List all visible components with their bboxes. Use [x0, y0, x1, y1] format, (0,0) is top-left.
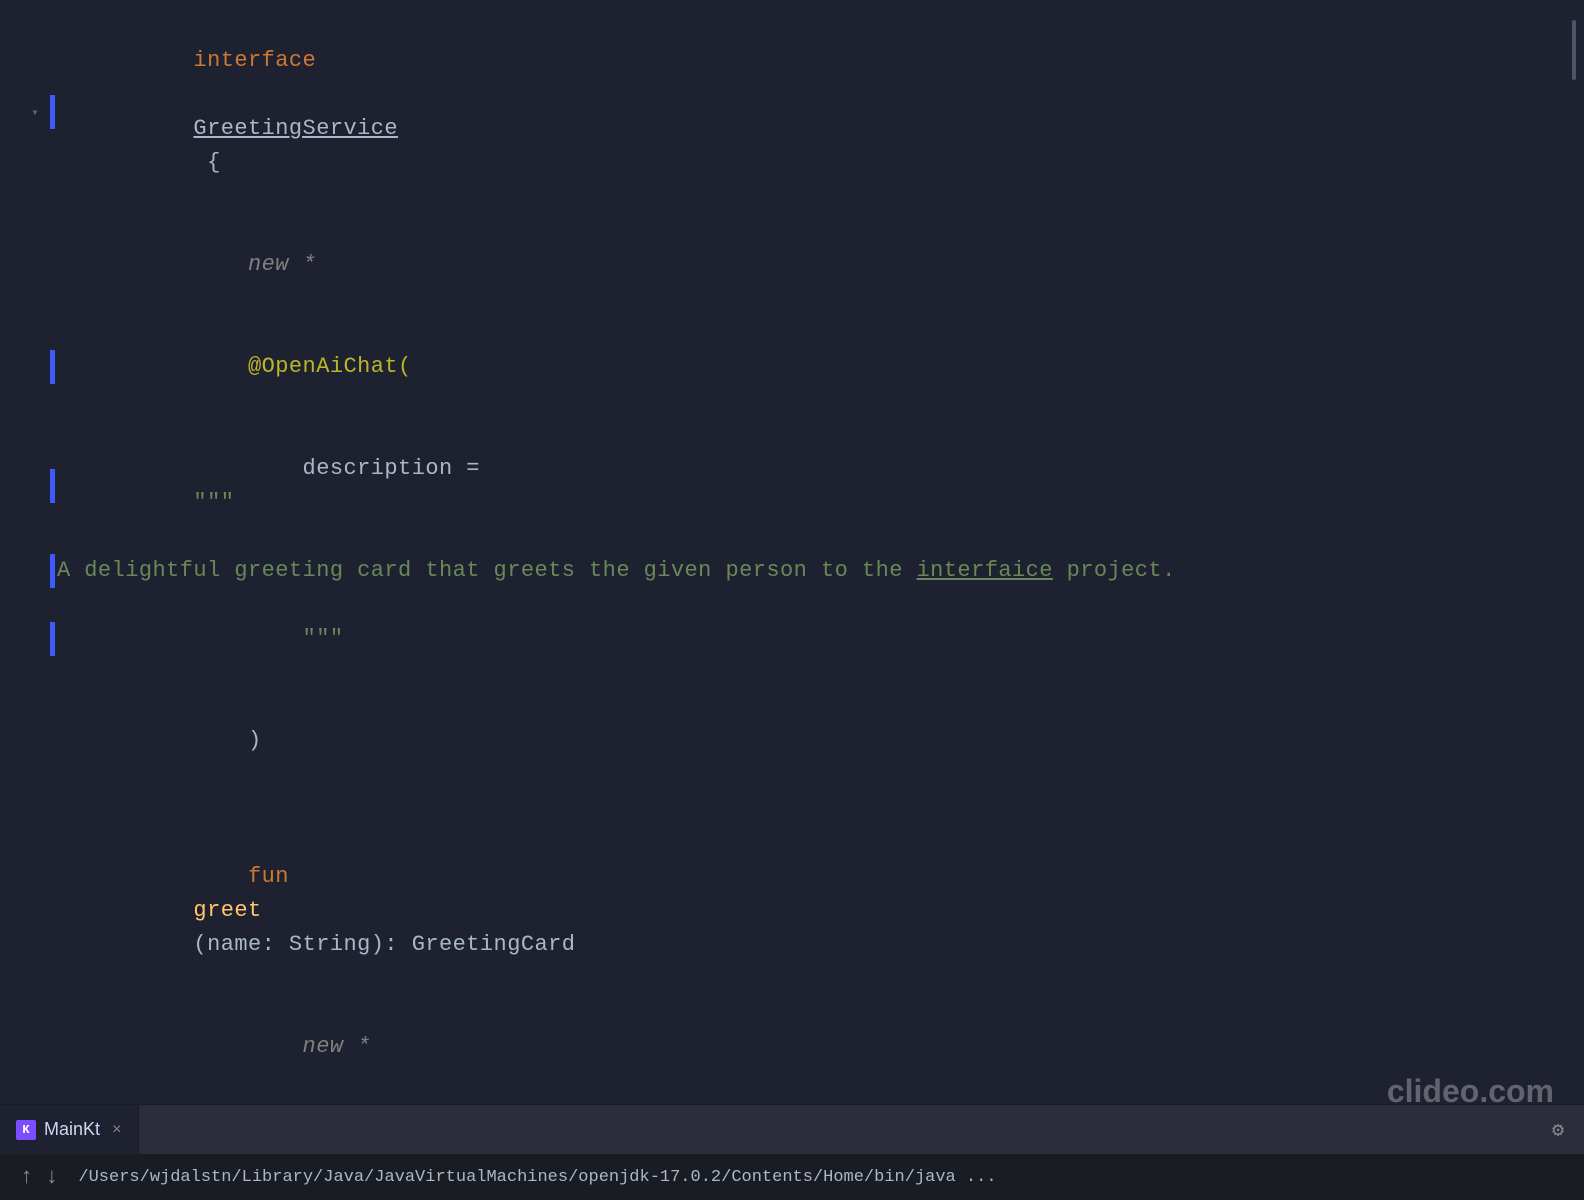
table-row: description = """ [0, 418, 1584, 554]
string-open: """ [193, 490, 234, 515]
string-close: """ [193, 626, 343, 651]
line-code: interface GreetingService { [57, 10, 1564, 214]
table-row: ▾ interface GreetingService { [0, 10, 1584, 214]
line-bar-empty [50, 248, 55, 282]
line-bar [50, 350, 55, 384]
docstring-content3: project. [1067, 558, 1176, 583]
line-code: A delightful greeting card that greets t… [57, 554, 1564, 588]
table-row: fun greet (name: String): GreetingCard [0, 826, 1584, 996]
space [193, 82, 207, 107]
tab-kotlin-icon: K [16, 1120, 36, 1140]
scroll-thumb[interactable] [1572, 20, 1576, 80]
paren-close: ) [193, 728, 261, 753]
editor-container: ▾ interface GreetingService { new * [0, 0, 1584, 1200]
nav-up-arrow[interactable]: ↑ [20, 1165, 33, 1190]
param-name: description = [193, 456, 493, 481]
line-code: description = """ [57, 418, 1564, 554]
status-bar: ↑ ↓ /Users/wjdalstn/Library/Java/JavaVir… [0, 1154, 1584, 1200]
status-path: /Users/wjdalstn/Library/Java/JavaVirtual… [78, 1168, 1564, 1187]
code-area: ▾ interface GreetingService { new * [0, 0, 1584, 1104]
line-bar-empty [50, 1030, 55, 1064]
interfaice-typo: interfaice [917, 558, 1053, 583]
interface-name: GreetingService [193, 116, 398, 141]
docstring-content2: the [862, 558, 917, 583]
line-code: @OpenAiChat( [57, 316, 1564, 418]
table-row: ) [0, 690, 1584, 792]
tab-label: MainKt [44, 1119, 100, 1140]
tab-mainkt[interactable]: K MainKt × [0, 1105, 139, 1154]
line-bar-empty [50, 724, 55, 758]
line-code: new * [57, 214, 1564, 316]
new-hint-2: new * [193, 1034, 370, 1059]
table-row: """ [0, 588, 1584, 690]
nav-down-arrow[interactable]: ↓ [45, 1165, 58, 1190]
code-content: ▾ interface GreetingService { new * [0, 0, 1584, 1104]
table-row: A delightful greeting card that greets t… [0, 554, 1584, 588]
line-bar [50, 622, 55, 656]
line-gutter: ▾ [0, 105, 50, 119]
line-bar [50, 469, 55, 503]
line-code: ) [57, 690, 1564, 792]
method-params: (name: String): GreetingCard [193, 932, 575, 957]
table-row: new * [0, 214, 1584, 316]
fold-icon[interactable]: ▾ [28, 105, 42, 119]
line-code: new * [57, 996, 1564, 1098]
line-bar-empty [50, 894, 55, 928]
method-greet: greet [193, 898, 261, 923]
line-bar [50, 95, 55, 129]
brace-open: { [193, 150, 220, 175]
new-hint: new * [193, 252, 316, 277]
to-word: to [821, 558, 848, 583]
keyword-interface: interface [193, 48, 316, 73]
tab-bar: K MainKt × ⚙ [0, 1104, 1584, 1154]
line-bar [50, 554, 55, 588]
tab-close-button[interactable]: × [112, 1121, 122, 1139]
line-code: fun greet (name: String): GreetingCard [57, 826, 1564, 996]
keyword-fun: fun [193, 864, 302, 889]
status-nav: ↑ ↓ [20, 1165, 58, 1190]
line-bar-empty [50, 792, 55, 826]
line-code: """ [57, 588, 1564, 690]
table-row: new * [0, 996, 1584, 1098]
table-row [0, 792, 1584, 826]
scrollbar-area [1570, 0, 1578, 1104]
table-row: @OpenAiChat( [0, 316, 1584, 418]
docstring-content: A delightful greeting card that greets t… [57, 558, 821, 583]
gear-icon[interactable]: ⚙ [1552, 1117, 1564, 1143]
annotation: @OpenAiChat( [193, 354, 411, 379]
